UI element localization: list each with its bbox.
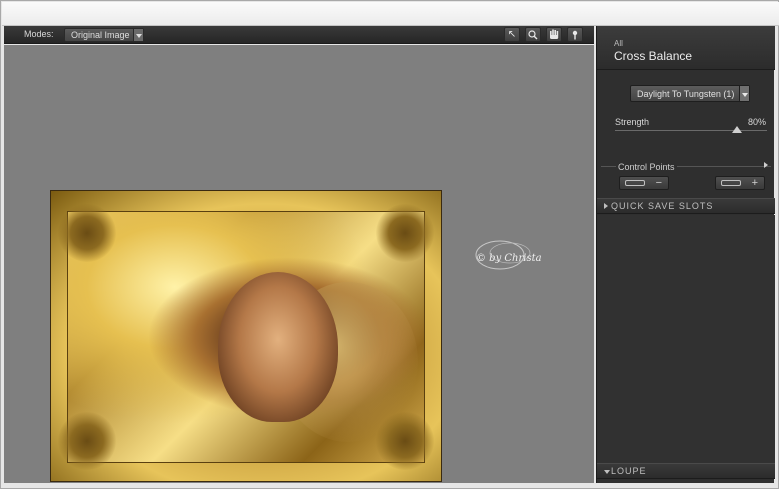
expand-arrow-icon bbox=[604, 203, 608, 209]
preview-canvas[interactable]: © by Christa bbox=[4, 45, 594, 483]
watermark-logo: © by Christa bbox=[475, 240, 542, 270]
arrow-tool-button[interactable]: ↖ bbox=[504, 27, 520, 42]
collapse-arrow-icon bbox=[604, 470, 610, 474]
remove-control-point-button[interactable]: − bbox=[619, 176, 669, 190]
image-inner-frame bbox=[58, 204, 434, 470]
quick-save-slots-area bbox=[597, 215, 775, 463]
image-face-area bbox=[218, 272, 338, 422]
plus-icon: + bbox=[751, 177, 758, 189]
strength-slider[interactable] bbox=[615, 126, 767, 133]
corner-ornament bbox=[58, 204, 116, 262]
watermark-text: © by Christa bbox=[476, 253, 542, 264]
canvas-toolbar: Modes: Original Image ↖ bbox=[4, 26, 594, 44]
title-bar bbox=[2, 2, 779, 26]
zoom-icon bbox=[528, 30, 538, 40]
hand-pan-icon bbox=[550, 29, 559, 39]
hand-tool-button[interactable] bbox=[546, 27, 562, 42]
bottom-border bbox=[1, 483, 778, 488]
filter-title: Cross Balance bbox=[614, 49, 693, 63]
modes-dropdown-value: Original Image bbox=[71, 30, 130, 40]
filter-panel: All Cross Balance Daylight To Tungsten (… bbox=[596, 26, 775, 483]
loupe-label: LOUPE bbox=[611, 466, 647, 476]
preset-dropdown-value: Daylight To Tungsten (1) bbox=[637, 89, 735, 99]
loupe-section[interactable]: LOUPE bbox=[597, 463, 775, 479]
preset-dropdown[interactable]: Daylight To Tungsten (1) bbox=[630, 85, 750, 102]
signature-watermark: © by Christa bbox=[470, 235, 544, 275]
control-point-pin-icon bbox=[625, 180, 645, 186]
eyedropper-tool-button[interactable] bbox=[567, 27, 583, 42]
minus-icon: − bbox=[655, 177, 662, 189]
strength-value: 80% bbox=[747, 117, 766, 127]
add-control-point-button[interactable]: + bbox=[715, 176, 765, 190]
filter-header: All Cross Balance bbox=[597, 26, 775, 70]
preview-image bbox=[50, 190, 442, 482]
strength-slider-handle[interactable] bbox=[731, 126, 742, 133]
expand-arrow-icon[interactable] bbox=[764, 162, 768, 168]
chevron-down-icon bbox=[133, 29, 143, 41]
corner-ornament bbox=[376, 204, 434, 262]
strength-label: Strength bbox=[615, 117, 650, 127]
chevron-down-icon bbox=[739, 86, 749, 101]
corner-ornament bbox=[58, 412, 116, 470]
control-points-label[interactable]: Control Points bbox=[616, 162, 677, 172]
arrow-pointer-icon: ↖ bbox=[507, 29, 517, 40]
modes-label: Modes: bbox=[24, 29, 54, 39]
control-point-pin-icon bbox=[721, 180, 741, 186]
quick-save-slots-label: QUICK SAVE SLOTS bbox=[611, 201, 714, 211]
zoom-tool-button[interactable] bbox=[525, 27, 541, 42]
quick-save-slots-section[interactable]: QUICK SAVE SLOTS bbox=[597, 198, 775, 214]
filter-category[interactable]: All bbox=[614, 39, 623, 48]
eyedropper-icon bbox=[572, 30, 578, 40]
modes-dropdown[interactable]: Original Image bbox=[64, 28, 144, 42]
